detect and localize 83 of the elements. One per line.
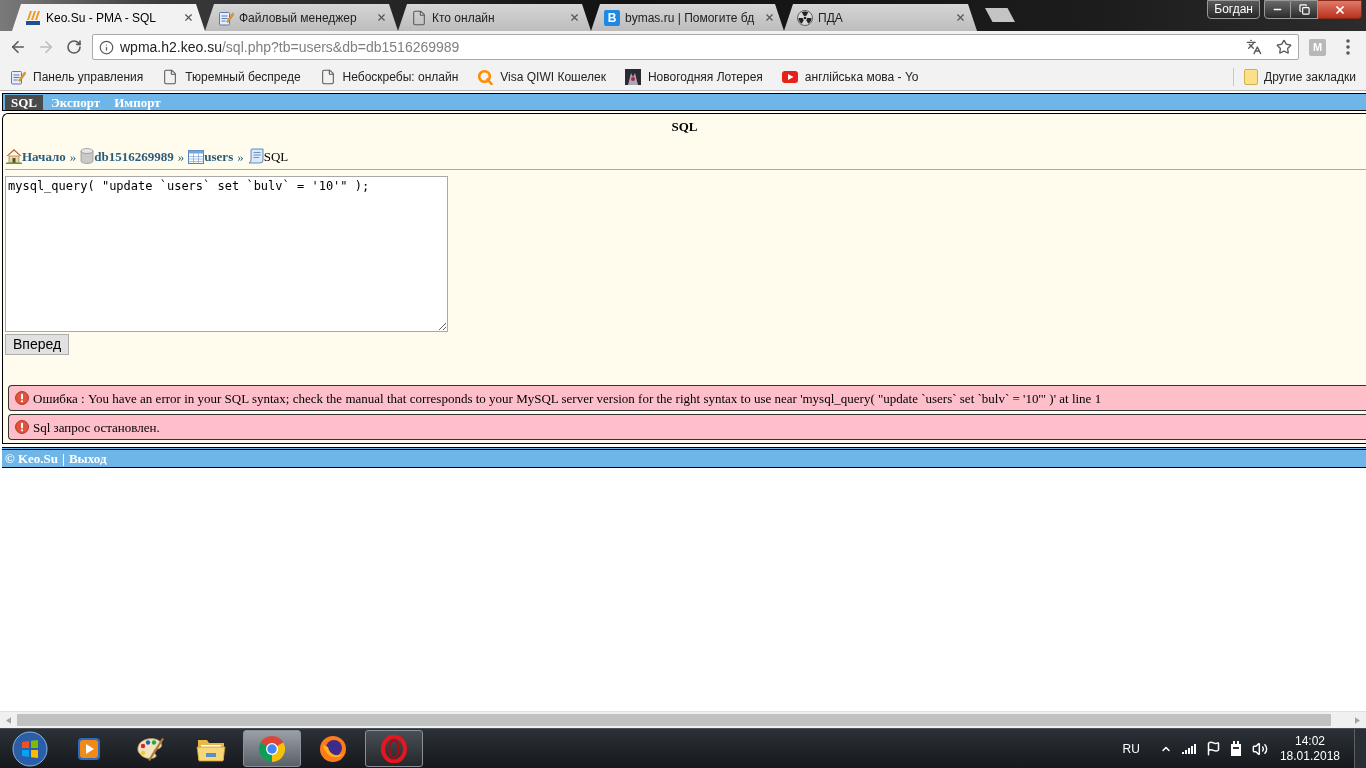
- signal-icon[interactable]: [1181, 743, 1196, 754]
- breadcrumb-separator: »: [69, 149, 77, 164]
- notepad-icon: [218, 9, 234, 26]
- clock[interactable]: 14:02 18.01.2018: [1279, 733, 1340, 764]
- close-icon: [1333, 3, 1346, 16]
- browser-icon: [380, 734, 408, 763]
- star-icon[interactable]: [1276, 39, 1292, 55]
- restore-icon: [1298, 4, 1310, 15]
- tab-title: Кто онлайн: [432, 9, 495, 27]
- notepad-icon: [10, 68, 26, 85]
- horizontal-scrollbar[interactable]: [0, 711, 1366, 728]
- power-plug-icon[interactable]: [1229, 740, 1242, 757]
- close-icon[interactable]: [764, 12, 776, 23]
- close-icon[interactable]: [376, 12, 387, 23]
- forward-arrow-icon: [37, 38, 55, 56]
- error-icon: [15, 391, 29, 405]
- new-tab-button[interactable]: [985, 8, 1015, 22]
- page-icon: [319, 68, 336, 85]
- message-text: Sql запрос остановлен.: [33, 420, 160, 435]
- logo-icon: [25, 9, 41, 26]
- breadcrumb-link[interactable]: Начало: [22, 149, 66, 164]
- browser-tab[interactable]: B bymas.ru | Помогите бд: [591, 4, 784, 31]
- minimize-button[interactable]: [1264, 0, 1291, 19]
- bookmark-item[interactable]: Новогодняя Лотерея: [623, 65, 764, 88]
- translate-icon[interactable]: [1246, 39, 1262, 55]
- bookmark-folder[interactable]: Другие закладки: [1244, 65, 1356, 88]
- thumbnail-icon: [624, 68, 641, 85]
- page-icon: [411, 9, 427, 26]
- submit-button[interactable]: Вперед: [5, 334, 70, 355]
- bookmark-item[interactable]: англійська мова - Yo: [780, 65, 920, 88]
- profile-button[interactable]: Богдан: [1207, 0, 1260, 19]
- error-icon: [15, 420, 29, 434]
- menu-tab[interactable]: SQL: [5, 94, 43, 110]
- table-icon: [188, 150, 205, 164]
- browser-tab[interactable]: ПДА: [784, 4, 977, 31]
- browser-tab[interactable]: Файловый менеджер: [205, 4, 398, 31]
- bookmark-item[interactable]: Тюремный беспреде: [161, 65, 302, 88]
- close-icon[interactable]: [569, 12, 580, 23]
- start-orb-icon: [12, 730, 48, 767]
- ring-logo-icon: [477, 68, 494, 85]
- url-text: wpma.h2.keo.su/sql.php?tb=users&db=db1516269989: [120, 37, 460, 57]
- browser-icon: [319, 734, 347, 763]
- info-icon[interactable]: [99, 39, 114, 55]
- tab-title: Keo.Su - PMA - SQL: [46, 9, 157, 27]
- house-icon: [6, 148, 22, 164]
- tab-title: Файловый менеджер: [239, 9, 357, 27]
- scrollbar-thumb[interactable]: [17, 714, 1331, 726]
- browser-tab[interactable]: Кто онлайн: [398, 4, 591, 31]
- restore-button[interactable]: [1291, 0, 1318, 19]
- close-icon[interactable]: [955, 12, 966, 23]
- footer-separator: |: [62, 449, 65, 468]
- bookmark-item[interactable]: Панель управления: [9, 65, 145, 88]
- speaker-icon[interactable]: [1251, 740, 1268, 757]
- bookmark-item[interactable]: Visa QIWI Кошелек: [476, 65, 607, 88]
- breadcrumb-current: SQL: [263, 149, 289, 164]
- close-icon[interactable]: [183, 12, 194, 23]
- query-field[interactable]: mysql_query( "update `users` set `bulv` = '10'" );: [5, 176, 448, 332]
- breadcrumb-link[interactable]: users: [204, 149, 234, 164]
- folder-icon: [1244, 68, 1259, 85]
- reload-icon: [66, 39, 82, 55]
- tab-title: bymas.ru | Помогите бд: [625, 9, 755, 27]
- bookmark-item[interactable]: Небоскребы: онлайн: [318, 65, 460, 88]
- breadcrumb-separator: »: [237, 149, 244, 164]
- browser-icon: [258, 734, 286, 763]
- clock-date: 18.01.2018: [1279, 748, 1340, 764]
- browser-tab[interactable]: Keo.Su - PMA - SQL: [12, 4, 205, 31]
- language-indicator[interactable]: RU: [1122, 739, 1140, 758]
- menu-icon: [1346, 39, 1350, 55]
- play-logo-icon: [781, 70, 798, 83]
- scroll-icon: [247, 148, 264, 164]
- breadcrumb-link[interactable]: db1516269989: [94, 149, 174, 164]
- page-icon: [162, 68, 179, 85]
- breadcrumb-separator: »: [177, 149, 185, 164]
- radiation-icon: [797, 9, 813, 26]
- panel-title: SQL: [670, 118, 699, 136]
- address-field[interactable]: wpma.h2.keo.su/sql.php?tb=users&db=db1516269989: [92, 34, 1299, 60]
- tab-title: ПДА: [818, 9, 843, 27]
- message-text: Ошибка : You have an error in your SQL syntax; check the manual that corresponds to your MySQL server version for the right syntax to use near 'mysql_query( "update `users` set `bulv` = '10'" )' at line 1: [33, 391, 1102, 406]
- close-button[interactable]: [1318, 0, 1362, 19]
- clock-time: 14:02: [1294, 733, 1325, 749]
- letter-logo-icon: B: [604, 9, 620, 26]
- flag-icon[interactable]: [1205, 741, 1221, 756]
- database-icon: [80, 148, 95, 164]
